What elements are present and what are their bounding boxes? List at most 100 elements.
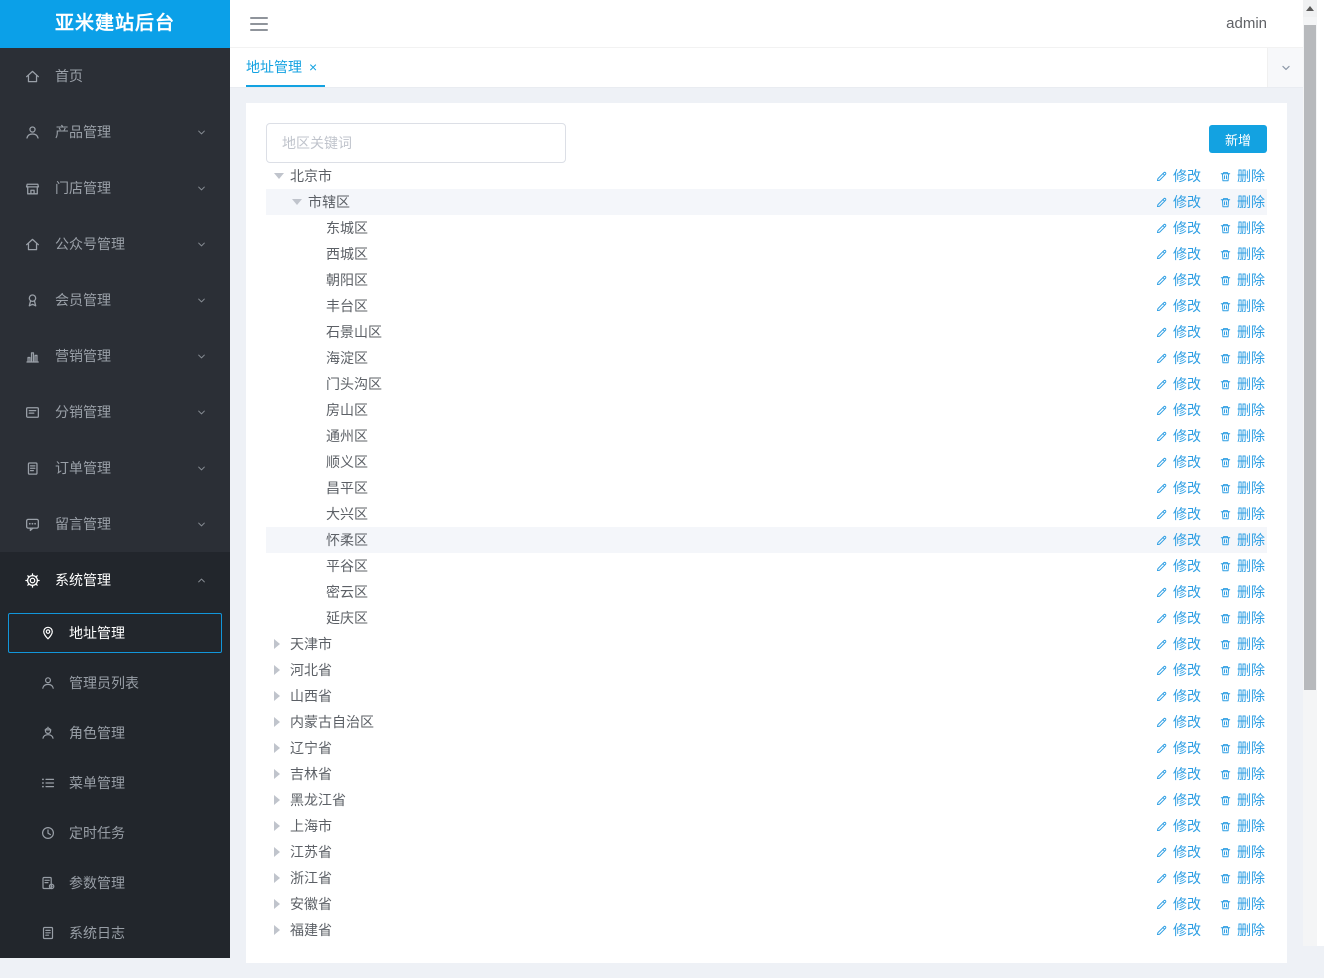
tree-row[interactable]: 海淀区 修改 删除	[266, 345, 1267, 371]
expand-arrow-icon[interactable]	[274, 769, 290, 779]
edit-button[interactable]: 修改	[1155, 478, 1201, 498]
tree-row[interactable]: 吉林省 修改 删除	[266, 761, 1267, 787]
delete-button[interactable]: 删除	[1219, 894, 1265, 914]
sidebar-subitem-address[interactable]: 地址管理	[8, 613, 222, 653]
sidebar-item-order[interactable]: 订单管理	[0, 440, 230, 496]
sidebar-subitem-admin-list[interactable]: 管理员列表	[0, 658, 230, 708]
tree-row[interactable]: 通州区 修改 删除	[266, 423, 1267, 449]
edit-button[interactable]: 修改	[1155, 270, 1201, 290]
expand-arrow-icon[interactable]	[274, 691, 290, 701]
expand-arrow-icon[interactable]	[274, 717, 290, 727]
expand-arrow-icon[interactable]	[274, 173, 290, 179]
delete-button[interactable]: 删除	[1219, 816, 1265, 836]
sidebar-item-store[interactable]: 门店管理	[0, 160, 230, 216]
tree-row[interactable]: 石景山区 修改 删除	[266, 319, 1267, 345]
expand-arrow-icon[interactable]	[274, 795, 290, 805]
tree-row[interactable]: 门头沟区 修改 删除	[266, 371, 1267, 397]
delete-button[interactable]: 删除	[1219, 660, 1265, 680]
delete-button[interactable]: 删除	[1219, 764, 1265, 784]
sidebar-item-marketing[interactable]: 营销管理	[0, 328, 230, 384]
sidebar-item-product[interactable]: 产品管理	[0, 104, 230, 160]
edit-button[interactable]: 修改	[1155, 400, 1201, 420]
sidebar-subitem-param[interactable]: 参数管理	[0, 858, 230, 908]
sidebar-subitem-cron[interactable]: 定时任务	[0, 808, 230, 858]
delete-button[interactable]: 删除	[1219, 504, 1265, 524]
delete-button[interactable]: 删除	[1219, 348, 1265, 368]
edit-button[interactable]: 修改	[1155, 322, 1201, 342]
expand-arrow-icon[interactable]	[274, 821, 290, 831]
edit-button[interactable]: 修改	[1155, 556, 1201, 576]
edit-button[interactable]: 修改	[1155, 660, 1201, 680]
delete-button[interactable]: 删除	[1219, 478, 1265, 498]
delete-button[interactable]: 删除	[1219, 530, 1265, 550]
edit-button[interactable]: 修改	[1155, 608, 1201, 628]
expand-arrow-icon[interactable]	[274, 899, 290, 909]
edit-button[interactable]: 修改	[1155, 504, 1201, 524]
edit-button[interactable]: 修改	[1155, 816, 1201, 836]
delete-button[interactable]: 删除	[1219, 270, 1265, 290]
sidebar-subitem-role[interactable]: 角色管理	[0, 708, 230, 758]
expand-arrow-icon[interactable]	[274, 925, 290, 935]
tree-row[interactable]: 顺义区 修改 删除	[266, 449, 1267, 475]
edit-button[interactable]: 修改	[1155, 192, 1201, 212]
edit-button[interactable]: 修改	[1155, 374, 1201, 394]
sidebar-item-system[interactable]: 系统管理	[0, 552, 230, 608]
delete-button[interactable]: 删除	[1219, 686, 1265, 706]
sidebar-item-member[interactable]: 会员管理	[0, 272, 230, 328]
edit-button[interactable]: 修改	[1155, 634, 1201, 654]
edit-button[interactable]: 修改	[1155, 868, 1201, 888]
delete-button[interactable]: 删除	[1219, 296, 1265, 316]
tree-row[interactable]: 大兴区 修改 删除	[266, 501, 1267, 527]
tree-row[interactable]: 河北省 修改 删除	[266, 657, 1267, 683]
expand-arrow-icon[interactable]	[274, 847, 290, 857]
tree-row[interactable]: 朝阳区 修改 删除	[266, 267, 1267, 293]
tabs-expand-button[interactable]	[1267, 48, 1303, 87]
edit-button[interactable]: 修改	[1155, 920, 1201, 940]
delete-button[interactable]: 删除	[1219, 868, 1265, 888]
edit-button[interactable]: 修改	[1155, 686, 1201, 706]
user-menu[interactable]: admin	[1226, 15, 1267, 32]
edit-button[interactable]: 修改	[1155, 296, 1201, 316]
tree-row[interactable]: 内蒙古自治区 修改 删除	[266, 709, 1267, 735]
tree-row[interactable]: 辽宁省 修改 删除	[266, 735, 1267, 761]
edit-button[interactable]: 修改	[1155, 738, 1201, 758]
sidebar-item-home[interactable]: 首页	[0, 48, 230, 104]
tree-row[interactable]: 安徽省 修改 删除	[266, 891, 1267, 917]
tree-row[interactable]: 延庆区 修改 删除	[266, 605, 1267, 631]
sidebar-item-distribution[interactable]: 分销管理	[0, 384, 230, 440]
tree-row[interactable]: 福建省 修改 删除	[266, 917, 1267, 943]
delete-button[interactable]: 删除	[1219, 426, 1265, 446]
tree-row[interactable]: 市辖区 修改 删除	[266, 189, 1267, 215]
delete-button[interactable]: 删除	[1219, 322, 1265, 342]
delete-button[interactable]: 删除	[1219, 374, 1265, 394]
delete-button[interactable]: 删除	[1219, 556, 1265, 576]
delete-button[interactable]: 删除	[1219, 582, 1265, 602]
expand-arrow-icon[interactable]	[274, 743, 290, 753]
delete-button[interactable]: 删除	[1219, 608, 1265, 628]
expand-arrow-icon[interactable]	[292, 199, 308, 205]
delete-button[interactable]: 删除	[1219, 790, 1265, 810]
edit-button[interactable]: 修改	[1155, 166, 1201, 186]
tree-row[interactable]: 房山区 修改 删除	[266, 397, 1267, 423]
tree-row[interactable]: 浙江省 修改 删除	[266, 865, 1267, 891]
search-input[interactable]	[266, 123, 566, 163]
delete-button[interactable]: 删除	[1219, 452, 1265, 472]
scrollbar-up-arrow-icon[interactable]	[1303, 0, 1317, 17]
edit-button[interactable]: 修改	[1155, 712, 1201, 732]
delete-button[interactable]: 删除	[1219, 166, 1265, 186]
tab-close-icon[interactable]: ×	[309, 60, 317, 74]
tree-row[interactable]: 昌平区 修改 删除	[266, 475, 1267, 501]
edit-button[interactable]: 修改	[1155, 530, 1201, 550]
edit-button[interactable]: 修改	[1155, 790, 1201, 810]
delete-button[interactable]: 删除	[1219, 400, 1265, 420]
sidebar-item-message[interactable]: 留言管理	[0, 496, 230, 552]
tree-row[interactable]: 江苏省 修改 删除	[266, 839, 1267, 865]
edit-button[interactable]: 修改	[1155, 452, 1201, 472]
add-button[interactable]: 新增	[1208, 125, 1267, 153]
edit-button[interactable]: 修改	[1155, 842, 1201, 862]
delete-button[interactable]: 删除	[1219, 634, 1265, 654]
tree-row[interactable]: 西城区 修改 删除	[266, 241, 1267, 267]
delete-button[interactable]: 删除	[1219, 218, 1265, 238]
edit-button[interactable]: 修改	[1155, 426, 1201, 446]
tab-address-management[interactable]: 地址管理 ×	[246, 48, 326, 87]
